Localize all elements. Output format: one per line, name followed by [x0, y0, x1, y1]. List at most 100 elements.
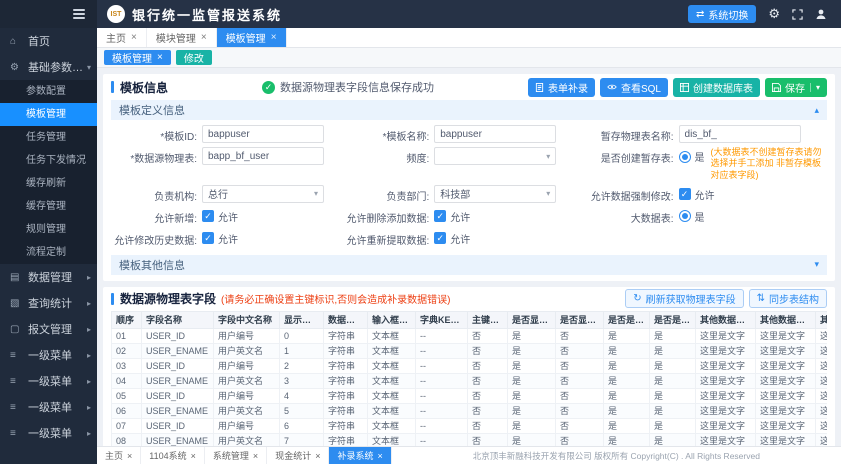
table-row[interactable]: 05USER_ID用户编号4字符串文本框--否是否是是这里是文字这里是文字这里是… [112, 388, 828, 403]
close-icon[interactable]: × [271, 32, 277, 43]
create-table-button[interactable]: 创建数据库表 [673, 78, 760, 97]
close-icon[interactable]: × [253, 451, 258, 461]
form-entry-button[interactable]: 表单补录 [528, 78, 595, 97]
close-icon[interactable]: × [127, 451, 132, 461]
sidebar-subitem[interactable]: 缓存刷新 [0, 172, 97, 195]
frequency-select[interactable]: ▾ [434, 147, 556, 165]
fullscreen-icon[interactable] [792, 9, 803, 20]
sidebar-item[interactable]: ▢报文管理▸ [0, 316, 97, 342]
gear-icon[interactable]: ⚙ [768, 6, 780, 22]
sidebar-item[interactable]: ⚙基础参数配置▾ [0, 54, 97, 80]
allow-add-checkbox[interactable]: ✓ [202, 210, 214, 222]
column-header: 数据类型 [324, 311, 368, 328]
refresh-fields-button[interactable]: ↻ 刷新获取物理表字段 [625, 289, 743, 308]
chevron-right-icon: ▸ [87, 351, 91, 360]
table-row[interactable]: 08USER_ENAME用户英文名7字符串文本框--否是否是是这里是文字这里是文… [112, 433, 828, 446]
column-header: 字段名称 [142, 311, 214, 328]
subtab[interactable]: 修改 [176, 50, 212, 65]
allow-re-extract-checkbox[interactable]: ✓ [434, 232, 446, 244]
template-other-header[interactable]: 模板其他信息 ▾ [111, 255, 827, 275]
tab[interactable]: 模块管理× [147, 28, 217, 47]
column-header: 其他数据库名称 [696, 311, 756, 328]
close-icon[interactable]: × [377, 451, 382, 461]
staging-warning-note: (大数据表不创建暂存表请勿选择并手工添加 非暂存模板对应表字段) [711, 147, 825, 181]
sidebar-item[interactable]: ≡一级菜单▸ [0, 420, 97, 446]
column-header: 其他数据表名 [816, 311, 828, 328]
eye-icon [607, 83, 617, 91]
save-button[interactable]: 保存 ▾ [765, 78, 827, 97]
table-row[interactable]: 02USER_ENAME用户英文名1字符串文本框--否是否是是这里是文字这里是文… [112, 343, 828, 358]
collapse-icon[interactable]: ▾ [814, 259, 819, 270]
template-id-input[interactable] [202, 125, 324, 143]
bottombar: 主页×1104系统×系统管理×现金统计×补录系统× 北京顶丰新融科技开发有限公司… [97, 446, 841, 464]
template-definition-header[interactable]: 模板定义信息 ▴ [111, 100, 827, 120]
bottom-tab[interactable]: 系统管理× [205, 447, 267, 464]
sidebar-subitem[interactable]: 任务下发情况 [0, 149, 97, 172]
allow-force-edit-checkbox[interactable]: ✓ [679, 188, 691, 200]
big-data-radio[interactable] [679, 210, 691, 222]
field-frequency: 频度: ▾ [337, 147, 569, 181]
table-icon [680, 83, 689, 92]
sidebar-item[interactable]: ≡一级菜单▸ [0, 342, 97, 368]
close-icon[interactable]: × [157, 52, 163, 63]
bottom-tab[interactable]: 现金统计× [267, 447, 329, 464]
sidebar-item[interactable]: ⌂首页 [0, 28, 97, 54]
chevron-down-icon[interactable]: ▾ [810, 83, 820, 92]
close-icon[interactable]: × [131, 32, 137, 43]
table-row[interactable]: 06USER_ENAME用户英文名5字符串文本框--否是否是是这里是文字这里是文… [112, 403, 828, 418]
column-header: 是否是数据... [650, 311, 696, 328]
topbar-left [0, 0, 97, 28]
bottom-tab[interactable]: 1104系统× [141, 447, 205, 464]
template-name-input[interactable] [434, 125, 556, 143]
org-select[interactable]: 总行 ▾ [202, 185, 324, 203]
template-info-header: 模板信息 ✓ 数据源物理表字段信息保存成功 表单补录 [103, 74, 835, 100]
section-title: 模板信息 [111, 79, 168, 96]
staging-table-input[interactable] [679, 125, 801, 143]
sync-structure-button[interactable]: ⇅ 同步表结构 [749, 289, 827, 308]
sidebar-subitem[interactable]: 任务管理 [0, 126, 97, 149]
sidebar-subitem[interactable]: 流程定制 [0, 241, 97, 264]
app-logo: IST [107, 5, 125, 23]
subtab[interactable]: 模板管理× [104, 50, 171, 65]
view-sql-button[interactable]: 查看SQL [600, 78, 668, 97]
sidebar-subitem[interactable]: 缓存管理 [0, 195, 97, 218]
close-icon[interactable]: × [315, 451, 320, 461]
menu-icon: ≡ [10, 402, 24, 413]
sidebar-item[interactable]: ≡一级菜单▸ [0, 394, 97, 420]
tab-bar: 主页×模块管理×模板管理× [97, 28, 841, 48]
bottom-tab[interactable]: 主页× [97, 447, 141, 464]
dept-select[interactable]: 科技部 ▾ [434, 185, 556, 203]
tab[interactable]: 模板管理× [217, 28, 287, 47]
tab[interactable]: 主页× [97, 28, 147, 47]
accent-bar [111, 293, 114, 305]
create-staging-radio[interactable] [679, 151, 691, 163]
sidebar-item[interactable]: ▧查询统计▸ [0, 290, 97, 316]
main-area: 主页×模块管理×模板管理× 模板管理×修改 模板信息 ✓ 数据源物理表字段信息保… [97, 28, 841, 464]
table-row[interactable]: 03USER_ID用户编号2字符串文本框--否是否是是这里是文字这里是文字这里是… [112, 358, 828, 373]
table-row[interactable]: 07USER_ID用户编号6字符串文本框--否是否是是这里是文字这里是文字这里是… [112, 418, 828, 433]
user-icon[interactable] [815, 8, 827, 20]
table-row[interactable]: 01USER_ID用户编号0字符串文本框--否是否是是这里是文字这里是文字这里是… [112, 328, 828, 343]
allow-delete-checkbox[interactable]: ✓ [434, 210, 446, 222]
field-staging-table: 暂存物理表名称: [570, 125, 825, 143]
table-row[interactable]: 04USER_ENAME用户英文名3字符串文本框--否是否是是这里是文字这里是文… [112, 373, 828, 388]
home-icon: ⌂ [10, 36, 24, 47]
field-allow-delete: 允许删除添加数据: ✓ 允许 [337, 207, 569, 225]
allow-edit-history-checkbox[interactable]: ✓ [202, 232, 214, 244]
sidebar-subitem[interactable]: 模板管理 [0, 103, 97, 126]
collapse-icon[interactable]: ▴ [814, 105, 819, 116]
sidebar-item[interactable]: ▤数据管理▸ [0, 264, 97, 290]
close-icon[interactable]: × [201, 32, 207, 43]
chevron-right-icon: ▸ [87, 273, 91, 282]
system-switch-button[interactable]: ⇄ 系统切换 [688, 5, 756, 23]
close-icon[interactable]: × [191, 451, 196, 461]
fields-table-wrap: 顺序字段名称字段中文名称显示顺序数据类型输入框类型字典KEY/日...主键标识是… [111, 311, 827, 446]
sidebar-subitem[interactable]: 规则管理 [0, 218, 97, 241]
bottom-tabs: 主页×1104系统×系统管理×现金统计×补录系统× [97, 447, 392, 464]
bottom-tab[interactable]: 补录系统× [329, 447, 391, 464]
sidebar-item[interactable]: ≡一级菜单▸ [0, 368, 97, 394]
hamburger-icon[interactable] [73, 9, 85, 19]
topbar: IST 银行统一监管报送系统 ⇄ 系统切换 ⚙ [0, 0, 841, 28]
source-table-input[interactable] [202, 147, 324, 165]
sidebar-subitem[interactable]: 参数配置 [0, 80, 97, 103]
